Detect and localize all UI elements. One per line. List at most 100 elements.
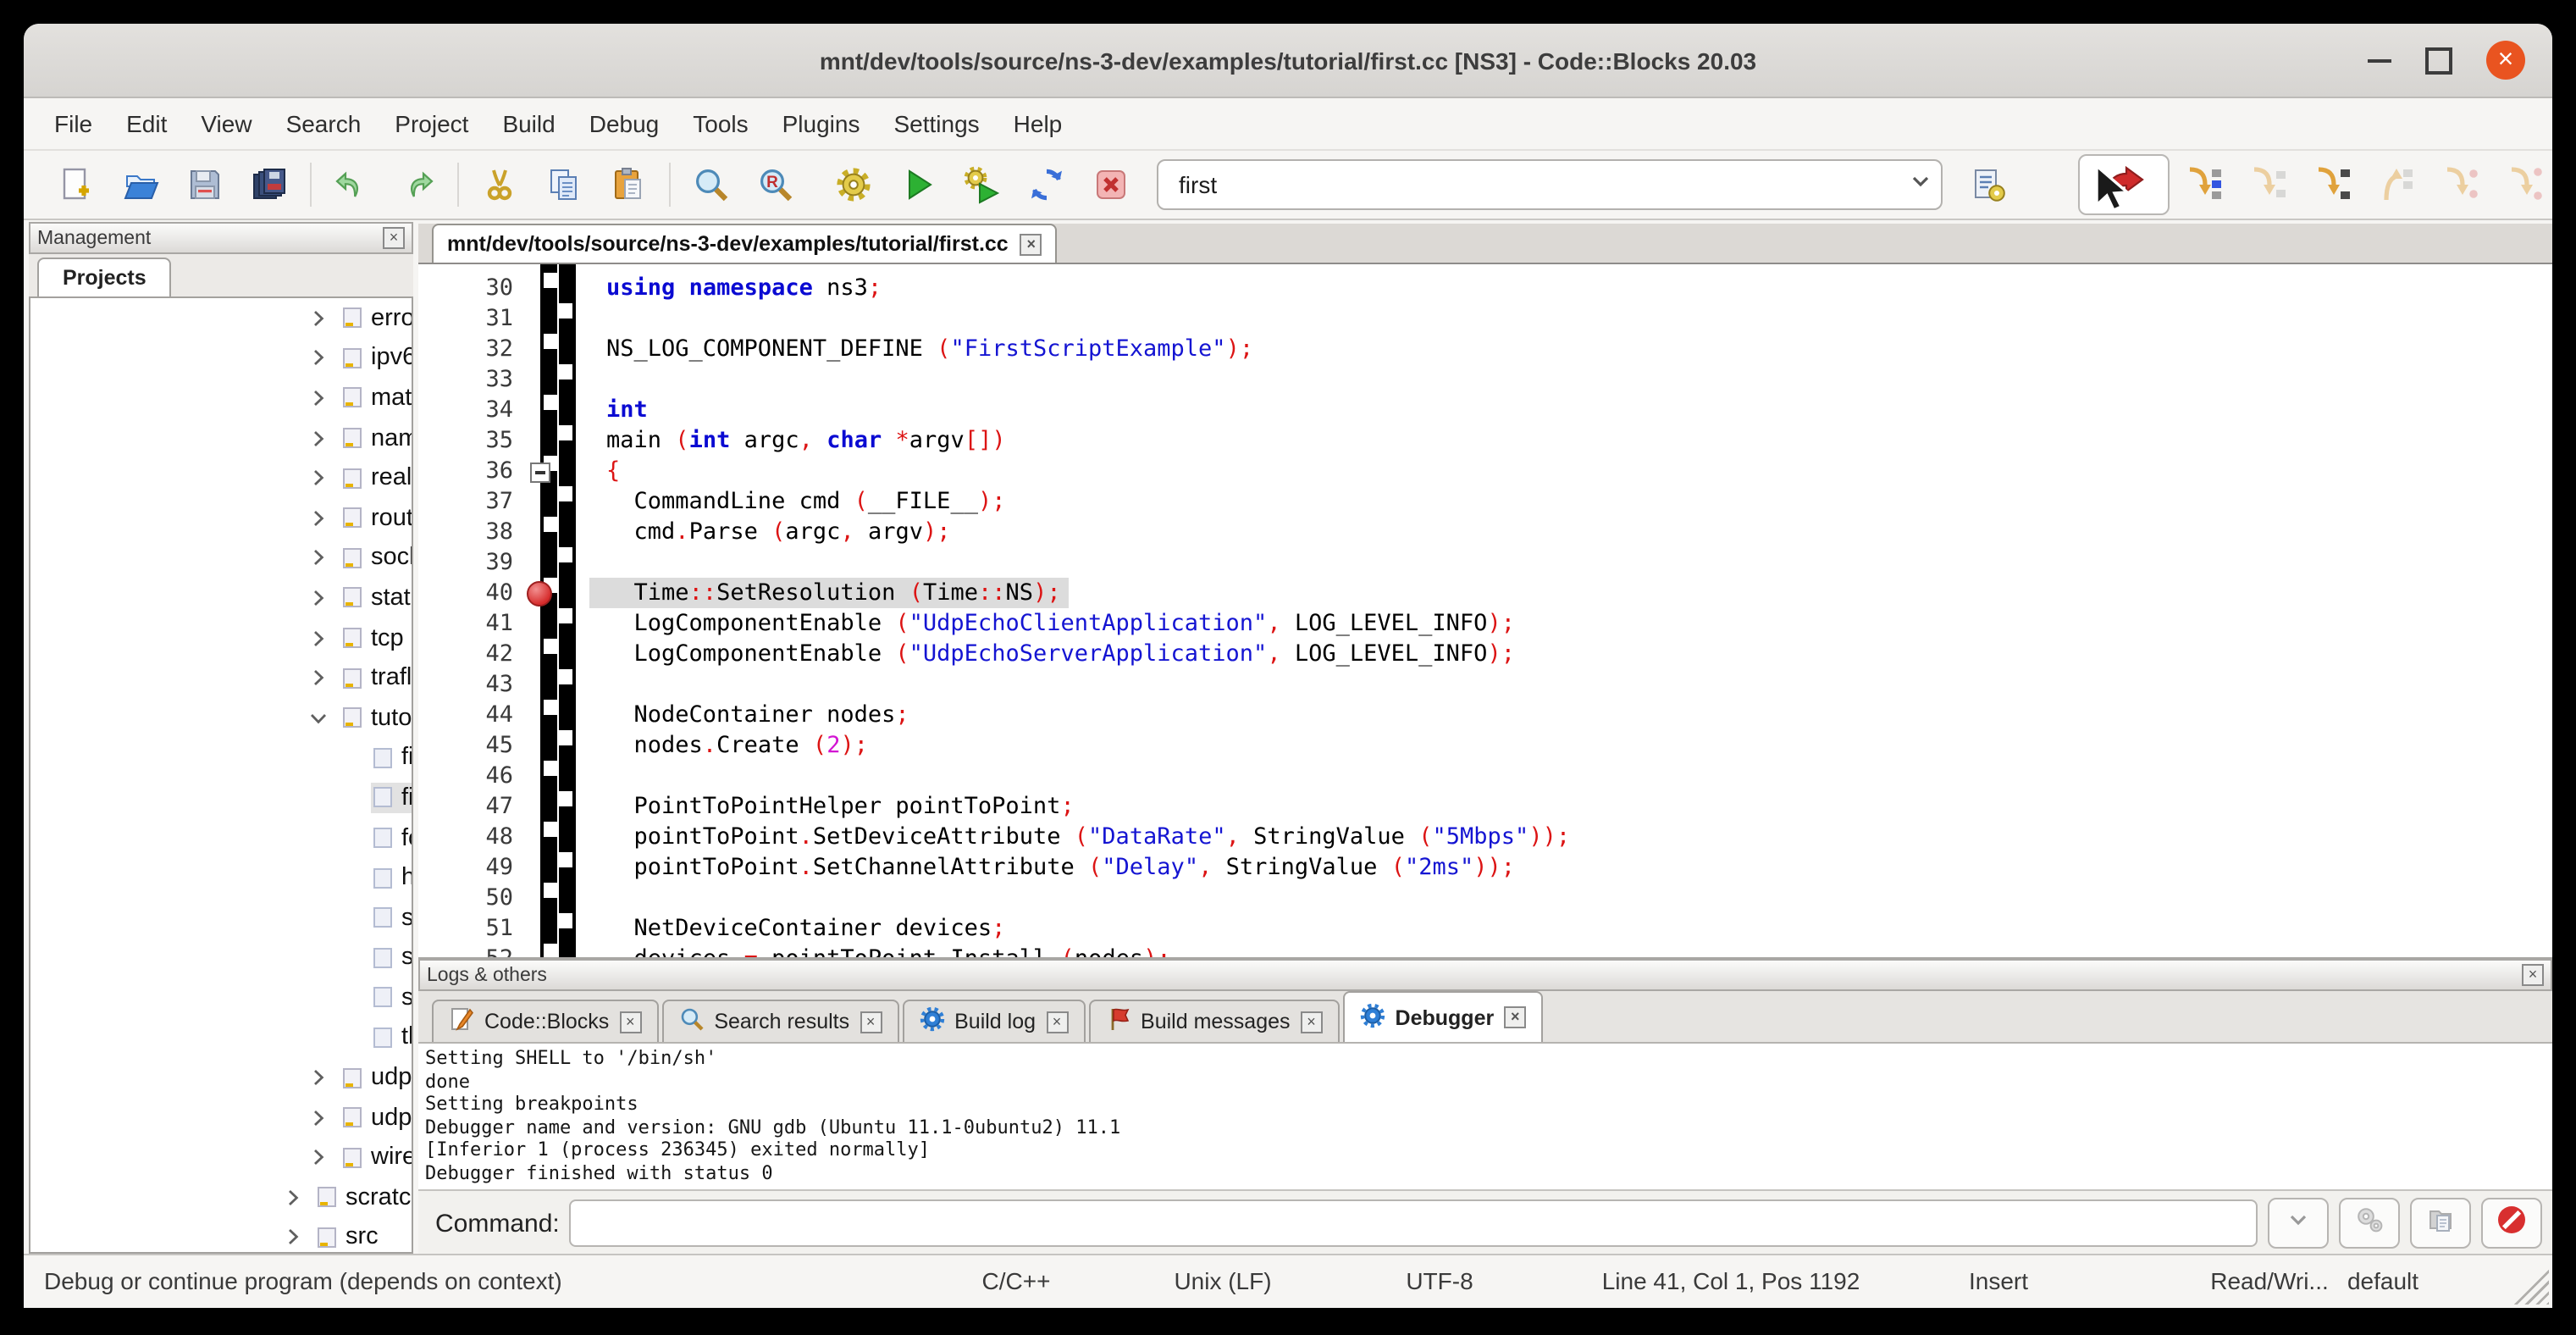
tree-item-tuto[interactable]: tuto <box>30 698 412 738</box>
tree-item-wire[interactable]: wire <box>30 1138 412 1177</box>
chevron-right-icon[interactable] <box>310 390 327 407</box>
tree-item-th[interactable]: th <box>30 1017 412 1057</box>
tree-item-body[interactable]: rout <box>340 503 412 534</box>
paste-icon[interactable] <box>603 159 654 210</box>
tree-item-body[interactable]: fir <box>371 783 412 813</box>
copy-log-button[interactable] <box>2410 1198 2471 1249</box>
tree-item-tcp[interactable]: tcp <box>30 618 412 658</box>
line-number[interactable]: 35 <box>418 425 527 456</box>
tree-item-body[interactable]: trafl <box>340 662 412 693</box>
tree-item-body[interactable]: stat <box>340 583 412 613</box>
breakpoint-margin[interactable] <box>527 822 554 852</box>
tree-item-body[interactable]: erro <box>340 303 412 334</box>
step-into-icon[interactable] <box>2305 159 2356 210</box>
new-file-icon[interactable] <box>51 159 102 210</box>
chevron-right-icon[interactable] <box>310 1149 327 1166</box>
breakpoint-margin[interactable] <box>527 669 554 700</box>
titlebar[interactable]: mnt/dev/tools/source/ns-3-dev/examples/t… <box>24 24 2552 98</box>
step-out-icon[interactable] <box>2369 159 2420 210</box>
minimize-icon[interactable] <box>2368 58 2391 62</box>
line-number[interactable]: 41 <box>418 608 527 639</box>
tree-item-body[interactable]: wire <box>340 1143 412 1173</box>
tree-item-nam[interactable]: nam <box>30 418 412 458</box>
tree-item-body[interactable]: six <box>371 983 412 1013</box>
run-to-cursor-icon[interactable] <box>2176 159 2227 210</box>
tree-item-erro[interactable]: erro <box>30 298 412 338</box>
build-target-options-icon[interactable] <box>1963 159 2014 210</box>
line-number[interactable]: 47 <box>418 791 527 822</box>
tree-item-reall[interactable]: reall <box>30 458 412 498</box>
command-history-button[interactable] <box>2268 1198 2329 1249</box>
breakpoint-margin[interactable] <box>527 334 554 364</box>
chevron-right-icon[interactable] <box>310 590 327 607</box>
close-icon[interactable]: × <box>1301 1011 1323 1033</box>
open-file-icon[interactable] <box>115 159 166 210</box>
tree-item-sock[interactable]: sock <box>30 538 412 578</box>
breakpoint-margin[interactable] <box>527 730 554 761</box>
tree-item-body[interactable]: udp <box>340 1062 412 1093</box>
breakpoint-margin[interactable] <box>527 364 554 395</box>
breakpoint-margin[interactable] <box>527 913 554 944</box>
tab-projects[interactable]: Projects <box>37 258 172 296</box>
debugger-log-output[interactable]: Setting SHELL to '/bin/sh'doneSetting br… <box>418 1044 2552 1191</box>
line-number[interactable]: 48 <box>418 822 527 852</box>
redo-icon[interactable] <box>391 159 442 210</box>
menu-item-file[interactable]: File <box>37 110 109 137</box>
chevron-right-icon[interactable] <box>310 429 327 446</box>
menu-item-help[interactable]: Help <box>997 110 1080 137</box>
line-number[interactable]: 44 <box>418 700 527 730</box>
build-target-input[interactable] <box>1175 169 1907 200</box>
tree-item-scratcl[interactable]: scratcl <box>30 1177 412 1217</box>
find-in-files-icon[interactable]: R <box>750 159 801 210</box>
close-icon[interactable]: × <box>1046 1011 1068 1033</box>
build-target-combo[interactable] <box>1157 159 1943 210</box>
tree-item-mat[interactable]: mat <box>30 378 412 418</box>
breakpoint-margin[interactable] <box>527 639 554 669</box>
projects-tree[interactable]: erro ipv6 mat nam reall rout sock stat tcp trafl t… <box>29 296 413 1254</box>
tree-item-body[interactable]: mat <box>340 383 412 413</box>
tree-item-udp[interactable]: udp <box>30 1058 412 1098</box>
line-number[interactable]: 34 <box>418 395 527 425</box>
breakpoint-margin[interactable] <box>527 425 554 456</box>
line-number[interactable]: 43 <box>418 669 527 700</box>
line-number[interactable]: 46 <box>418 761 527 791</box>
tree-item-se[interactable]: se <box>30 898 412 938</box>
tree-item-se[interactable]: se <box>30 938 412 978</box>
chevron-down-icon[interactable] <box>1907 167 1934 202</box>
breakpoint-margin[interactable] <box>527 578 554 608</box>
line-number[interactable]: 40 <box>418 578 527 608</box>
tree-item-body[interactable]: tcp <box>340 623 409 653</box>
tree-item-body[interactable]: reall <box>340 463 412 493</box>
tree-item-body[interactable]: src <box>315 1222 384 1253</box>
chevron-right-icon[interactable] <box>310 469 327 486</box>
tree-item-stat[interactable]: stat <box>30 578 412 618</box>
breakpoint-margin[interactable] <box>527 852 554 883</box>
copy-icon[interactable] <box>539 159 589 210</box>
chevron-right-icon[interactable] <box>285 1189 301 1206</box>
tree-item-body[interactable]: se <box>371 943 412 973</box>
breakpoint-margin[interactable] <box>527 486 554 517</box>
menu-item-build[interactable]: Build <box>485 110 572 137</box>
tree-item-body[interactable]: he <box>371 862 412 893</box>
breakpoint-icon[interactable] <box>527 580 552 606</box>
close-icon[interactable]: × <box>383 227 405 249</box>
line-number[interactable]: 38 <box>418 517 527 547</box>
menu-item-settings[interactable]: Settings <box>876 110 996 137</box>
breakpoint-margin[interactable] <box>527 395 554 425</box>
line-number[interactable]: 33 <box>418 364 527 395</box>
chevron-right-icon[interactable] <box>310 669 327 686</box>
command-input[interactable] <box>570 1199 2258 1247</box>
rebuild-icon[interactable] <box>1021 159 1072 210</box>
chevron-right-icon[interactable] <box>285 1229 301 1246</box>
chevron-right-icon[interactable] <box>310 550 327 567</box>
line-number[interactable]: 39 <box>418 547 527 578</box>
fold-collapse-icon[interactable] <box>530 463 550 483</box>
close-icon[interactable]: × <box>2486 41 2525 80</box>
close-icon[interactable]: × <box>619 1011 641 1033</box>
menu-item-edit[interactable]: Edit <box>109 110 184 137</box>
breakpoint-margin[interactable] <box>527 303 554 334</box>
tree-item-body[interactable]: ipv6 <box>340 343 412 374</box>
save-all-icon[interactable] <box>244 159 295 210</box>
line-number[interactable]: 51 <box>418 913 527 944</box>
breakpoint-margin[interactable] <box>527 883 554 913</box>
